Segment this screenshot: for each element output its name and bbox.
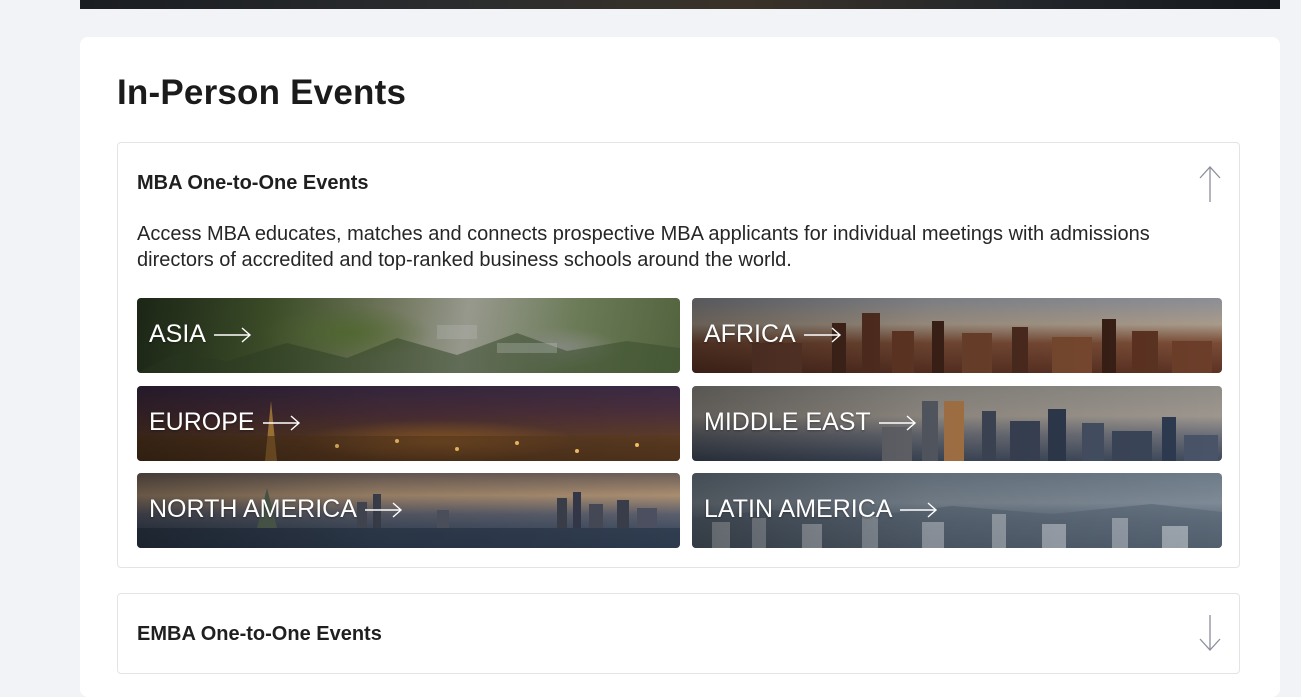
region-label: EUROPE: [149, 408, 255, 436]
page-title: In-Person Events: [117, 73, 407, 112]
region-label: AFRICA: [704, 320, 796, 348]
region-tile-asia[interactable]: ASIA: [137, 298, 680, 373]
arrow-right-icon: [364, 501, 402, 518]
arrow-right-icon: [878, 414, 916, 431]
arrow-right-icon: [803, 326, 841, 343]
arrow-up-icon[interactable]: [1197, 165, 1223, 205]
accordion-description: Access MBA educates, matches and connect…: [137, 223, 1150, 271]
accordion-title[interactable]: EMBA One-to-One Events: [137, 623, 382, 646]
region-tile-europe[interactable]: EUROPE: [137, 386, 680, 461]
region-label: NORTH AMERICA: [149, 495, 357, 523]
region-tile-latin-america[interactable]: LATIN AMERICA: [692, 473, 1222, 548]
region-tile-middle-east[interactable]: MIDDLE EAST: [692, 386, 1222, 461]
accordion-emba-one-to-one: EMBA One-to-One Events: [117, 593, 1240, 674]
arrow-right-icon: [900, 501, 938, 518]
arrow-right-icon: [262, 414, 300, 431]
arrow-down-icon[interactable]: [1197, 613, 1223, 653]
region-tile-north-america[interactable]: NORTH AMERICA: [137, 473, 680, 548]
region-label: LATIN AMERICA: [704, 495, 893, 523]
region-label: MIDDLE EAST: [704, 408, 871, 436]
hero-image-strip: [80, 0, 1280, 9]
accordion-mba-one-to-one: MBA One-to-One Events Access MBA educate…: [117, 142, 1240, 568]
region-label: ASIA: [149, 320, 206, 348]
region-tile-africa[interactable]: AFRICA: [692, 298, 1222, 373]
accordion-title[interactable]: MBA One-to-One Events: [137, 172, 369, 195]
arrow-right-icon: [213, 326, 252, 343]
events-card: In-Person Events MBA One-to-One Events A…: [80, 37, 1280, 697]
